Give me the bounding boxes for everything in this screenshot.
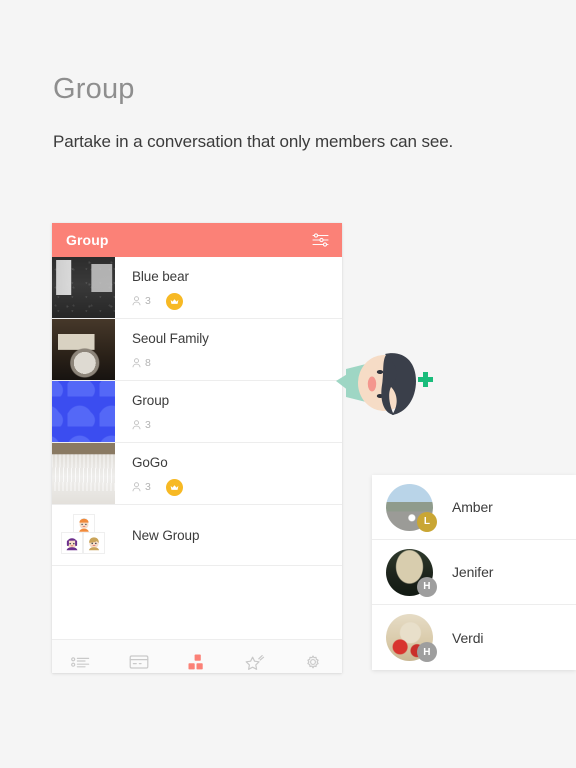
- group-meta: 3: [132, 409, 342, 434]
- group-name: Group: [132, 393, 170, 408]
- group-name: Blue bear: [132, 269, 189, 284]
- group-thumbnail: [52, 257, 115, 318]
- group-thumbnail: [52, 443, 115, 504]
- person-icon: [132, 358, 141, 368]
- blond-boy-character-avatar: [83, 532, 105, 554]
- group-info: Seoul Family 8: [115, 319, 342, 380]
- person-icon: [132, 420, 141, 430]
- member-count: 3: [145, 419, 151, 431]
- group-meta: 3: [132, 285, 342, 310]
- star-sparkle-icon: [244, 654, 266, 671]
- group-meta: 8: [132, 347, 342, 372]
- group-info: Blue bear 3: [115, 257, 342, 318]
- new-group-avatars: [52, 505, 115, 565]
- group-info: GoGo 3: [115, 443, 342, 504]
- crown-badge: [165, 478, 183, 496]
- tab-list[interactable]: [52, 640, 110, 673]
- status-badge: L: [417, 511, 437, 532]
- profile-face-plus-illustration: [336, 341, 441, 425]
- tab-groups[interactable]: [168, 640, 226, 673]
- contact-name: Jenifer: [452, 564, 494, 580]
- crown-badge: [165, 292, 183, 310]
- app-preview-card: Group Blue bear 3 Seoul Family 8 Group 3…: [52, 223, 342, 673]
- blocks-icon: [188, 654, 207, 671]
- list-item[interactable]: H Jenifer: [372, 540, 576, 605]
- list-item[interactable]: L Amber: [372, 475, 576, 540]
- page-subtitle: Partake in a conversation that only memb…: [53, 132, 454, 151]
- avatar: L: [386, 483, 437, 532]
- new-group-row[interactable]: New Group: [52, 505, 342, 566]
- new-group-label: New Group: [132, 527, 200, 543]
- avatar: H: [386, 548, 437, 597]
- status-badge: H: [417, 642, 437, 662]
- person-icon: [132, 482, 141, 492]
- group-info: Group 3: [115, 381, 342, 442]
- group-thumbnail: [52, 319, 115, 380]
- list-item[interactable]: H Verdi: [372, 605, 576, 670]
- table-row[interactable]: Group 3: [52, 381, 342, 443]
- table-row[interactable]: Blue bear 3: [52, 257, 342, 319]
- app-header: Group: [52, 223, 342, 257]
- contact-name: Amber: [452, 499, 493, 515]
- tab-favorite[interactable]: [226, 640, 284, 673]
- tab-settings[interactable]: [284, 640, 342, 673]
- page-title: Group: [53, 73, 135, 105]
- member-count: 3: [145, 481, 151, 493]
- table-row[interactable]: Seoul Family 8: [52, 319, 342, 381]
- gear-icon: [304, 653, 322, 671]
- contacts-panel: L Amber H Jenifer H Verdi: [372, 475, 576, 670]
- card-window-icon: [129, 654, 149, 670]
- purple-hair-character-avatar: [61, 532, 83, 554]
- member-count: 8: [145, 357, 151, 369]
- group-list: Blue bear 3 Seoul Family 8 Group 3 GoGo …: [52, 257, 342, 639]
- member-count: 3: [145, 295, 151, 307]
- person-icon: [132, 296, 141, 306]
- status-badge: H: [417, 576, 437, 597]
- group-name: Seoul Family: [132, 331, 209, 346]
- bullet-list-icon: [71, 655, 91, 669]
- group-thumbnail: [52, 381, 115, 442]
- tab-card[interactable]: [110, 640, 168, 673]
- group-name: GoGo: [132, 455, 168, 470]
- table-row[interactable]: GoGo 3: [52, 443, 342, 505]
- contact-name: Verdi: [452, 629, 484, 646]
- avatar: H: [386, 614, 437, 662]
- list-empty-space: [52, 566, 342, 639]
- group-meta: 3: [132, 471, 342, 496]
- app-header-title: Group: [66, 232, 109, 248]
- sliders-filter-icon[interactable]: [312, 233, 329, 247]
- page-header: Group Partake in a conversation that onl…: [53, 72, 553, 153]
- bottom-tab-bar: [52, 639, 342, 673]
